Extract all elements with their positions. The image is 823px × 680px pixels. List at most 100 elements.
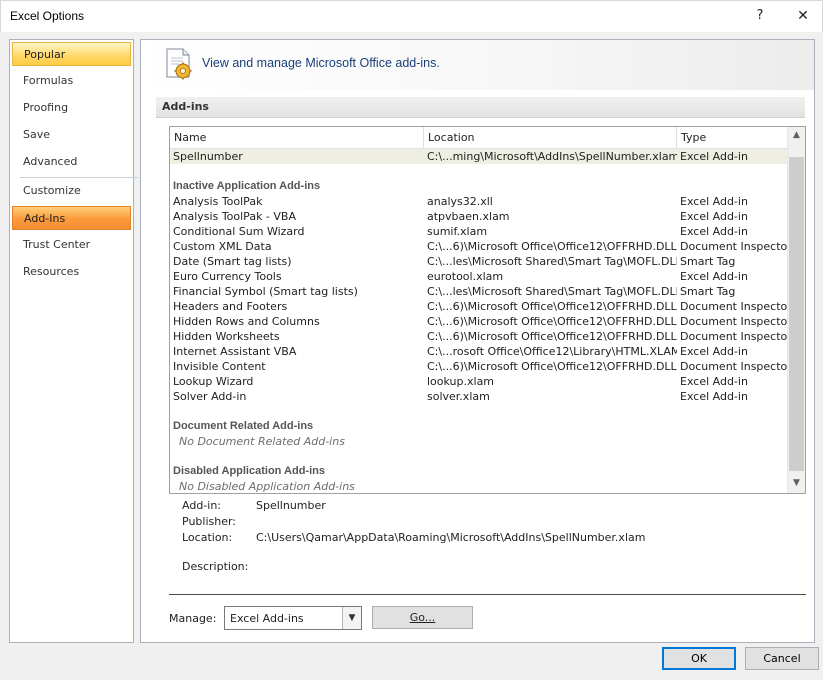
cell-name: Analysis ToolPak - VBA [173,210,296,223]
cell-location: C:\...6)\Microsoft Office\Office12\OFFRH… [427,300,677,313]
cell-location: sumif.xlam [427,225,488,238]
cell-name: Headers and Footers [173,300,288,313]
cell-name: Financial Symbol (Smart tag lists) [173,285,358,298]
help-button[interactable]: ? [745,5,775,29]
cell-name: Euro Currency Tools [173,270,282,283]
table-row[interactable]: Internet Assistant VBA C:\...rosoft Offi… [170,344,787,359]
column-header-name[interactable]: Name [170,127,424,149]
table-row-selected[interactable]: Spellnumber C:\...ming\Microsoft\AddIns\… [170,149,787,164]
divider [169,594,806,595]
column-header-type[interactable]: Type [677,127,787,149]
scroll-down-icon[interactable]: ▼ [788,475,805,492]
sidebar-item-trust-center[interactable]: Trust Center [12,233,131,257]
cell-type: Document Inspector [680,240,787,253]
add-ins-gear-icon [166,48,192,80]
detail-addin-value: Spellnumber [256,499,326,512]
column-header-location[interactable]: Location [424,127,677,149]
cell-name: Analysis ToolPak [173,195,263,208]
cell-location: lookup.xlam [427,375,495,388]
cell-location: solver.xlam [427,390,490,403]
cell-location: C:\...rosoft Office\Office12\Library\HTM… [427,345,677,358]
group-document-title: Document Related Add-ins [173,420,314,432]
cell-type: Excel Add-in [680,195,748,208]
table-row[interactable]: Custom XML Data C:\...6)\Microsoft Offic… [170,239,787,254]
cell-location: C:\...6)\Microsoft Office\Office12\OFFRH… [427,240,677,253]
close-button[interactable]: ✕ [788,5,818,29]
cell-name: Internet Assistant VBA [173,345,297,358]
sidebar-item-add-ins[interactable]: Add-Ins [12,206,131,230]
sidebar-item-customize[interactable]: Customize [12,179,131,203]
table-row[interactable]: Euro Currency Tools eurotool.xlam Excel … [170,269,787,284]
detail-publisher-label: Publisher: [182,515,237,528]
sidebar-item-advanced[interactable]: Advanced [12,150,131,174]
table-row[interactable]: Hidden Rows and Columns C:\...6)\Microso… [170,314,787,329]
group-document-empty: No Document Related Add-ins [179,435,345,448]
cell-name: Conditional Sum Wizard [173,225,305,238]
sidebar-item-save[interactable]: Save [12,123,131,147]
cell-type: Excel Add-in [680,150,748,163]
scroll-thumb[interactable] [789,157,804,471]
table-row[interactable]: Headers and Footers C:\...6)\Microsoft O… [170,299,787,314]
cell-type: Excel Add-in [680,270,748,283]
window-title: Excel Options [10,9,85,23]
cell-name: Date (Smart tag lists) [173,255,292,268]
cell-location: C:\...ming\Microsoft\AddIns\SpellNumber.… [427,150,677,163]
cell-location: analys32.xll [427,195,493,208]
cell-type: Excel Add-in [680,390,748,403]
scroll-up-icon[interactable]: ▲ [788,127,805,144]
sidebar-item-resources[interactable]: Resources [12,260,131,284]
sidebar-item-formulas[interactable]: Formulas [12,69,131,93]
cell-type: Excel Add-in [680,375,748,388]
cell-type: Document Inspector [680,315,787,328]
cell-name: Lookup Wizard [173,375,254,388]
table-row[interactable]: Hidden Worksheets C:\...6)\Microsoft Off… [170,329,787,344]
cell-type: Document Inspector [680,360,787,373]
cell-type: Document Inspector [680,330,787,343]
cell-type: Document Inspector [680,300,787,313]
table-row[interactable]: Financial Symbol (Smart tag lists) C:\..… [170,284,787,299]
chevron-down-icon[interactable]: ▼ [342,607,361,629]
cell-type: Excel Add-in [680,225,748,238]
cancel-button[interactable]: Cancel [745,647,819,670]
cell-name: Custom XML Data [173,240,272,253]
cell-location: C:\...6)\Microsoft Office\Office12\OFFRH… [427,360,677,373]
cell-location: C:\...les\Microsoft Shared\Smart Tag\MOF… [427,255,677,268]
cell-type: Smart Tag [680,285,736,298]
table-row[interactable]: Date (Smart tag lists) C:\...les\Microso… [170,254,787,269]
add-ins-list[interactable]: Name Location Type Spellnumber C:\...min… [169,126,806,494]
cell-location: C:\...les\Microsoft Shared\Smart Tag\MOF… [427,285,677,298]
cell-name: Hidden Worksheets [173,330,280,343]
cell-location: C:\...6)\Microsoft Office\Office12\OFFRH… [427,330,677,343]
cell-name: Invisible Content [173,360,266,373]
manage-label: Manage: [169,612,217,625]
cell-type: Excel Add-in [680,210,748,223]
table-row[interactable]: Invisible Content C:\...6)\Microsoft Off… [170,359,787,374]
group-disabled-empty: No Disabled Application Add-ins [179,480,355,493]
ok-button[interactable]: OK [662,647,736,670]
cell-name: Hidden Rows and Columns [173,315,320,328]
sidebar-divider [20,177,138,178]
detail-addin-label: Add-in: [182,499,221,512]
sidebar: Popular Formulas Proofing Save Advanced … [9,39,138,643]
sidebar-item-popular[interactable]: Popular [12,42,131,66]
list-header: Name Location Type [170,127,787,149]
table-row[interactable]: Conditional Sum Wizard sumif.xlam Excel … [170,224,787,239]
cell-type: Excel Add-in [680,345,748,358]
sidebar-item-proofing[interactable]: Proofing [12,96,131,120]
content-pane: View and manage Microsoft Office add-ins… [140,39,815,643]
group-disabled-title: Disabled Application Add-ins [173,465,325,477]
table-row[interactable]: Analysis ToolPak - VBA atpvbaen.xlam Exc… [170,209,787,224]
detail-location-value: C:\Users\Qamar\AppData\Roaming\Microsoft… [256,531,646,544]
banner-text: View and manage Microsoft Office add-ins… [202,56,440,70]
cell-name: Solver Add-in [173,390,247,403]
list-scrollbar[interactable]: ▲ ▼ [787,127,805,493]
table-row[interactable]: Lookup Wizard lookup.xlam Excel Add-in [170,374,787,389]
cell-type: Smart Tag [680,255,736,268]
manage-dropdown[interactable]: Excel Add-ins ▼ [224,606,362,630]
cell-location: C:\...6)\Microsoft Office\Office12\OFFRH… [427,315,677,328]
table-row[interactable]: Solver Add-in solver.xlam Excel Add-in [170,389,787,404]
manage-dropdown-value: Excel Add-ins [230,612,304,625]
table-row[interactable]: Analysis ToolPak analys32.xll Excel Add-… [170,194,787,209]
go-button[interactable]: Go... [372,606,473,629]
detail-location-label: Location: [182,531,233,544]
